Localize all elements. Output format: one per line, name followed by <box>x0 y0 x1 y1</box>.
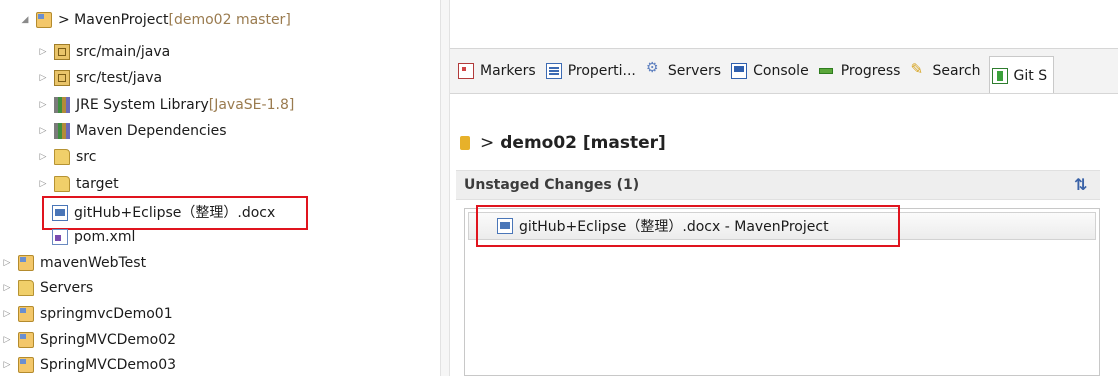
tree-item-label: mavenWebTest <box>40 255 147 271</box>
tree-item-src-test-java[interactable]: ▷ src/test/java <box>36 66 162 90</box>
tree-item-label: springmvcDemo01 <box>40 306 173 322</box>
tree-item-label: src/test/java <box>76 70 163 86</box>
tree-item-springmvcdemo03[interactable]: ▷ SpringMVCDemo03 <box>0 353 176 376</box>
tree-item-src[interactable]: ▷ src <box>36 145 96 169</box>
collapsed-toggle-icon[interactable]: ▷ <box>36 119 50 143</box>
views-area: Markers Properti... Servers Console Prog… <box>450 0 1118 376</box>
xml-file-icon <box>52 229 68 245</box>
collapsed-toggle-icon[interactable]: ▷ <box>36 40 50 64</box>
servers-icon <box>646 60 662 79</box>
tree-item-label: src <box>76 149 97 165</box>
collapsed-toggle-icon[interactable]: ▷ <box>36 93 50 117</box>
tree-item-mavenwebtest[interactable]: ▷ mavenWebTest <box>0 251 146 275</box>
console-icon <box>731 63 748 79</box>
tree-item-label: target <box>76 176 119 192</box>
maven-project-icon <box>18 306 34 322</box>
tab-git-staging[interactable]: Git S <box>988 55 1055 93</box>
tab-console[interactable]: Console <box>729 56 815 86</box>
collapsed-toggle-icon[interactable]: ▷ <box>36 145 50 169</box>
section-title: Unstaged Changes (1) <box>464 177 640 193</box>
tab-label: Search <box>932 63 981 79</box>
package-explorer: ◢ > MavenProject [demo02 master] ▷ src/m… <box>0 0 440 376</box>
tab-servers[interactable]: Servers <box>644 56 727 86</box>
collapsed-toggle-icon[interactable]: ▷ <box>36 66 50 90</box>
unstaged-changes-header[interactable]: Unstaged Changes (1) ⇅ <box>456 170 1100 200</box>
collapsed-toggle-icon[interactable]: ▷ <box>0 328 14 352</box>
library-icon <box>54 97 70 113</box>
view-splitter[interactable] <box>440 0 450 376</box>
repository-icon <box>460 136 470 150</box>
repository-prefix: > <box>480 133 495 153</box>
source-folder-icon <box>54 70 70 86</box>
tree-item-mavenproject[interactable]: ◢ > MavenProject [demo02 master] <box>18 8 291 32</box>
collapsed-toggle-icon[interactable]: ▷ <box>0 353 14 376</box>
tree-item-label: SpringMVCDemo03 <box>40 357 177 373</box>
properties-icon <box>545 63 562 79</box>
tab-label: Markers <box>480 63 536 79</box>
tree-item-springmvcdemo02[interactable]: ▷ SpringMVCDemo02 <box>0 328 176 352</box>
tree-item-servers[interactable]: ▷ Servers <box>0 276 93 300</box>
folder-icon <box>54 149 70 165</box>
tree-item-label: Maven Dependencies <box>76 123 227 139</box>
tab-label: Progress <box>840 63 901 79</box>
tab-label: Properti... <box>567 63 636 79</box>
tab-progress[interactable]: Progress <box>817 56 907 86</box>
tree-item-pom-xml[interactable]: pom.xml <box>52 225 135 249</box>
maven-project-icon <box>18 255 34 271</box>
tab-search[interactable]: Search <box>908 56 986 86</box>
tree-item-label: JRE System Library <box>76 97 209 113</box>
collapsed-toggle-icon[interactable]: ▷ <box>0 251 14 275</box>
maven-project-icon <box>18 332 34 348</box>
git-staging-icon <box>991 67 1008 84</box>
tab-label: Git S <box>1013 67 1048 84</box>
tree-item-label: SpringMVCDemo02 <box>40 332 177 348</box>
expand-toggle-icon[interactable]: ◢ <box>18 8 32 32</box>
tree-item-maven-dependencies[interactable]: ▷ Maven Dependencies <box>36 119 227 143</box>
search-icon <box>910 60 926 79</box>
maven-project-icon <box>36 12 52 28</box>
tree-item-target[interactable]: ▷ target <box>36 172 119 196</box>
collapsed-toggle-icon[interactable]: ▷ <box>36 172 50 196</box>
tree-item-decoration: [demo02 master] <box>168 12 291 28</box>
highlight-box <box>476 205 900 247</box>
markers-icon <box>458 63 474 79</box>
tree-item-label: src/main/java <box>76 44 171 60</box>
repository-title: > demo02 [master] <box>460 130 666 156</box>
folder-icon <box>54 176 70 192</box>
tree-item-label: > MavenProject <box>58 12 169 28</box>
tree-item-decoration: [JavaSE-1.8] <box>208 97 295 113</box>
progress-icon <box>818 63 835 79</box>
sort-icon[interactable]: ⇅ <box>1074 177 1090 193</box>
tab-label: Servers <box>667 63 722 79</box>
view-tab-bar: Markers Properti... Servers Console Prog… <box>450 48 1118 94</box>
source-folder-icon <box>54 44 70 60</box>
tree-item-springmvcdemo01[interactable]: ▷ springmvcDemo01 <box>0 302 173 326</box>
library-icon <box>54 123 70 139</box>
maven-project-icon <box>18 357 34 373</box>
tree-item-label: pom.xml <box>74 229 136 245</box>
tab-markers[interactable]: Markers <box>456 56 542 86</box>
repository-label: demo02 [master] <box>500 133 666 153</box>
collapsed-toggle-icon[interactable]: ▷ <box>0 302 14 326</box>
tree-item-label: Servers <box>40 280 94 296</box>
tab-properties[interactable]: Properti... <box>544 56 642 86</box>
collapsed-toggle-icon[interactable]: ▷ <box>0 276 14 300</box>
tree-item-jre-system-library[interactable]: ▷ JRE System Library [JavaSE-1.8] <box>36 93 294 117</box>
server-project-icon <box>18 280 34 296</box>
tree-item-src-main-java[interactable]: ▷ src/main/java <box>36 40 170 64</box>
tab-label: Console <box>753 63 809 79</box>
